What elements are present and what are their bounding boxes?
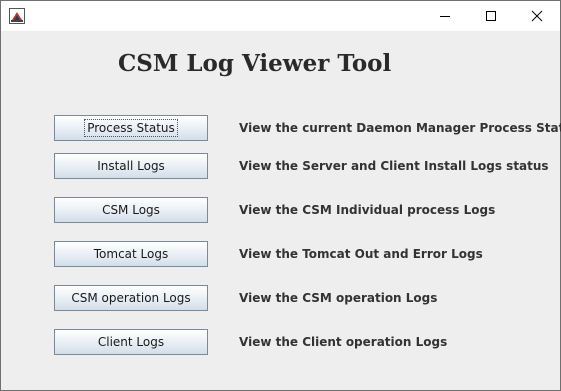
button-label: Client Logs <box>97 335 165 349</box>
java-app-icon <box>9 8 25 24</box>
maximize-button[interactable] <box>468 1 514 31</box>
tomcat-logs-button[interactable]: Tomcat Logs <box>54 241 208 267</box>
button-label: Process Status <box>84 119 178 137</box>
process-status-button[interactable]: Process Status <box>54 115 208 141</box>
app-window: CSM Log Viewer Tool Process Status View … <box>0 0 561 391</box>
maximize-icon <box>486 11 496 21</box>
install-logs-description: View the Server and Client Install Logs … <box>239 159 549 173</box>
close-button[interactable] <box>514 1 560 31</box>
button-label: CSM Logs <box>102 203 160 217</box>
button-label: CSM operation Logs <box>71 291 191 305</box>
process-status-description: View the current Daemon Manager Process … <box>239 121 561 135</box>
tomcat-logs-description: View the Tomcat Out and Error Logs <box>239 247 483 261</box>
client-logs-description: View the Client operation Logs <box>239 335 448 349</box>
minimize-button[interactable] <box>422 1 468 31</box>
csm-logs-description: View the CSM Individual process Logs <box>239 203 496 217</box>
client-logs-button[interactable]: Client Logs <box>54 329 208 355</box>
minimize-icon <box>440 16 450 17</box>
main-panel: CSM Log Viewer Tool Process Status View … <box>1 31 561 390</box>
install-logs-button[interactable]: Install Logs <box>54 153 208 179</box>
csm-operation-logs-description: View the CSM operation Logs <box>239 291 438 305</box>
close-icon <box>531 10 543 22</box>
button-label: Install Logs <box>97 159 165 173</box>
csm-operation-logs-button[interactable]: CSM operation Logs <box>54 285 208 311</box>
title-bar[interactable] <box>1 1 560 31</box>
page-title: CSM Log Viewer Tool <box>118 50 392 77</box>
csm-logs-button[interactable]: CSM Logs <box>54 197 208 223</box>
button-label: Tomcat Logs <box>93 247 169 261</box>
